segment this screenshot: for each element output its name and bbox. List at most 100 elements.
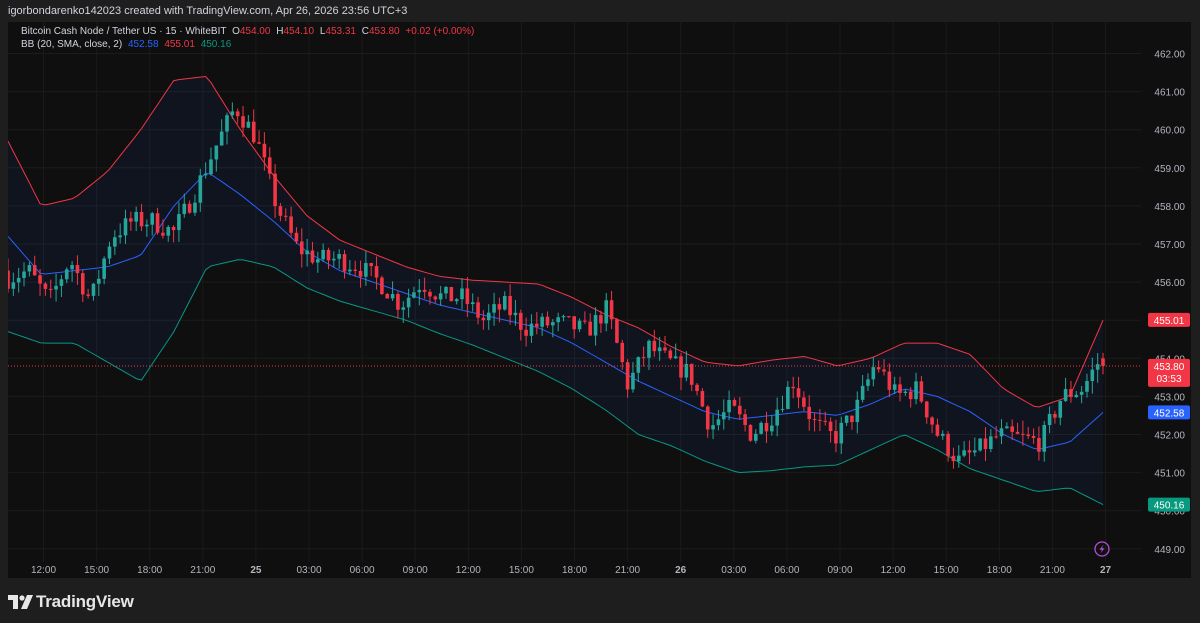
- lower-tag: 450.16: [1154, 501, 1185, 512]
- candle-body: [262, 143, 267, 158]
- candle-body: [721, 412, 726, 420]
- candle-body: [812, 419, 817, 421]
- candle-body: [412, 292, 416, 298]
- candle-body: [299, 241, 304, 255]
- candle-body: [369, 263, 374, 267]
- candle-body: [193, 202, 197, 213]
- x-tick-label: 12:00: [456, 565, 481, 576]
- bb-upper-value: 455.01: [164, 39, 195, 50]
- candle-body: [364, 263, 368, 277]
- candle-body: [689, 363, 694, 385]
- candle-body: [497, 304, 502, 310]
- candle-body: [182, 203, 187, 215]
- candle-body: [823, 420, 828, 422]
- candle-body: [834, 431, 838, 444]
- candle-body: [481, 317, 486, 321]
- candle-body: [962, 450, 966, 456]
- candle-body: [716, 419, 721, 426]
- candle-body: [551, 322, 555, 326]
- candle-body: [1053, 413, 1057, 418]
- candle-body: [967, 450, 972, 453]
- candle-body: [1095, 364, 1100, 370]
- candle-body: [711, 425, 715, 430]
- x-tick-label: 21:00: [1040, 565, 1065, 576]
- candle-body: [866, 379, 870, 386]
- candle-body: [663, 347, 667, 351]
- candle-body: [770, 425, 774, 432]
- candle-body: [1005, 426, 1009, 429]
- y-tick-label: 459.00: [1154, 164, 1185, 175]
- candle-body: [374, 266, 379, 278]
- candle-body: [267, 157, 272, 174]
- candle-body: [385, 294, 390, 299]
- candle-body: [476, 302, 480, 318]
- x-tick-label: 18:00: [137, 565, 162, 576]
- candle-body: [561, 316, 566, 318]
- x-tick-label: 09:00: [403, 565, 428, 576]
- footer-brand: TradingView: [36, 592, 134, 611]
- upper-tag: 455.01: [1154, 316, 1185, 327]
- candle-body: [54, 285, 58, 290]
- y-tick-label: 452.00: [1154, 431, 1185, 442]
- candle-body: [593, 315, 598, 336]
- candle-body: [871, 367, 876, 380]
- header-credit: igorbondarenko142023 created with Tradin…: [8, 5, 408, 17]
- candle-body: [326, 249, 331, 261]
- candle-body: [396, 293, 400, 310]
- candle-body: [209, 159, 213, 175]
- candle-body: [887, 371, 892, 390]
- candle-body: [657, 347, 662, 352]
- candle-body: [22, 271, 26, 278]
- candle-body: [1090, 369, 1095, 382]
- candle-body: [583, 320, 587, 322]
- candle-body: [518, 312, 523, 330]
- candle-body: [257, 142, 261, 144]
- chart-area[interactable]: 462.00 461.00 460.00 459.00 458.00 457.00 456.…: [6, 22, 1191, 578]
- candle-body: [1079, 391, 1084, 395]
- candle-body: [828, 421, 833, 432]
- candle-body: [6, 270, 10, 289]
- change-value: +0.02 (+0.00%): [405, 26, 475, 37]
- candle-body: [310, 250, 315, 263]
- candle-body: [705, 406, 710, 430]
- candle-body: [930, 417, 934, 425]
- candle-body: [951, 455, 956, 462]
- candle-body: [150, 213, 155, 225]
- high-value: 454.10: [283, 26, 315, 37]
- candle-body: [438, 293, 443, 300]
- y-tick-label: 449.00: [1154, 545, 1185, 556]
- candle-body: [572, 316, 576, 330]
- candle-body: [914, 381, 918, 400]
- candle-body: [754, 433, 758, 441]
- candle-body: [636, 357, 641, 373]
- candle-body: [16, 277, 21, 283]
- y-tick-label: 456.00: [1154, 278, 1185, 289]
- candle-body: [107, 246, 112, 259]
- candle-body: [235, 111, 240, 117]
- candle-body: [246, 121, 251, 128]
- candle-body: [38, 275, 42, 284]
- candle-body: [860, 385, 865, 400]
- symbol-name: Bitcoin Cash Node / Tether US · 15 · Whi…: [21, 26, 227, 37]
- candle-body: [850, 415, 854, 423]
- candle-body: [615, 319, 619, 343]
- candle-body: [305, 250, 309, 255]
- price-tags: 455.01 453.8003:53 452.58 450.16: [1148, 312, 1190, 512]
- candle-body: [70, 265, 74, 270]
- x-tick-label: 03:00: [721, 565, 746, 576]
- candle-body: [11, 282, 16, 289]
- open-label: O: [232, 26, 240, 37]
- last-price-tag: 453.80: [1154, 362, 1185, 373]
- candle-body: [230, 111, 235, 116]
- candle-body: [780, 408, 785, 410]
- candle-body: [1026, 434, 1031, 436]
- candle-body: [577, 320, 582, 330]
- candle-body: [737, 405, 742, 415]
- candle-body: [786, 386, 790, 409]
- chart-canvas[interactable]: 462.00 461.00 460.00 459.00 458.00 457.00 456.…: [6, 22, 1191, 578]
- candle-body: [348, 269, 352, 272]
- candle-body: [123, 218, 128, 236]
- candle-body: [748, 424, 753, 441]
- candle-body: [316, 259, 320, 263]
- candle-body: [86, 294, 90, 296]
